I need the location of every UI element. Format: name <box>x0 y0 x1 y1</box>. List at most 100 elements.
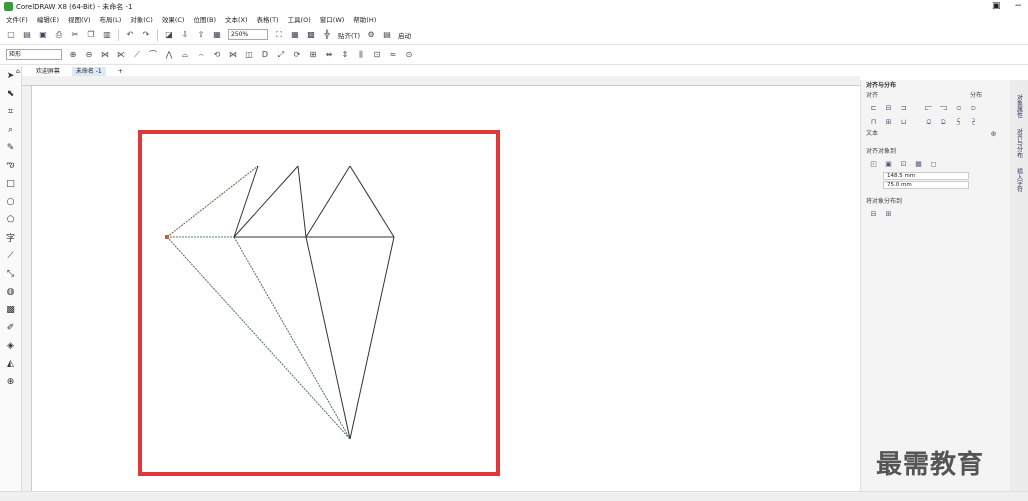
to-line-icon[interactable]: ⟋ <box>132 50 142 60</box>
tab-welcome-screen[interactable]: 欢迎屏幕 <box>32 67 64 76</box>
diamond-drawing[interactable] <box>32 86 860 491</box>
horizontal-ruler[interactable] <box>22 76 860 86</box>
distribute-left-icon[interactable]: ⫍ <box>924 104 933 113</box>
menu-tools[interactable]: 工具(O) <box>288 14 311 24</box>
distribute-top-icon[interactable]: ⫑ <box>924 118 933 127</box>
distribute-bottom-icon[interactable]: ⫔ <box>969 118 978 127</box>
menu-layout[interactable]: 布局(L) <box>100 14 122 24</box>
menu-view[interactable]: 视图(V) <box>68 14 91 24</box>
distribute-center-icon[interactable]: ⫎ <box>939 104 948 113</box>
y-coordinate-field[interactable]: 75.0 mm <box>883 180 969 189</box>
distribute-spacing-icon[interactable]: ⫏ <box>954 104 963 113</box>
mirror-vertical-icon[interactable]: ⇕ <box>340 50 350 60</box>
new-tab-icon[interactable]: + <box>114 67 127 76</box>
vertical-ruler[interactable] <box>22 86 32 491</box>
distribute-selection-icon[interactable]: ⊟ <box>869 210 878 219</box>
print-icon[interactable]: ⎙ <box>54 30 64 40</box>
join-nodes-icon[interactable]: ⋈ <box>100 50 110 60</box>
interactive-fill-icon[interactable]: ◈ <box>5 340 17 351</box>
search-content-icon[interactable]: ◪ <box>164 30 174 40</box>
text-tool-icon[interactable]: 字 <box>5 232 17 244</box>
elastic-mode-icon[interactable]: ⫼ <box>356 50 366 60</box>
delete-node-icon[interactable]: ⊖ <box>84 50 94 60</box>
symmetrical-node-icon[interactable]: ⌢ <box>196 50 206 60</box>
rotate-nodes-icon[interactable]: ⟳ <box>292 50 302 60</box>
freehand-tool-icon[interactable]: ✎ <box>5 142 17 153</box>
export-icon[interactable]: ⇧ <box>196 30 206 40</box>
show-grid-icon[interactable]: ▩ <box>306 30 316 40</box>
distribute-middle-icon[interactable]: ⫒ <box>939 118 948 127</box>
menu-help[interactable]: 帮助(H) <box>353 14 376 24</box>
extract-subpath-icon[interactable]: ◫ <box>244 50 254 60</box>
crop-tool-icon[interactable]: ⌗ <box>5 106 17 117</box>
paste-icon[interactable]: ▥ <box>102 30 112 40</box>
page-center-icon[interactable]: ⊡ <box>899 160 908 169</box>
grid-icon[interactable]: ▦ <box>914 160 923 169</box>
menu-table[interactable]: 表格(T) <box>257 14 279 24</box>
drop-shadow-icon[interactable]: ◍ <box>5 286 17 297</box>
text-align-icon[interactable]: ⊕ <box>989 130 998 139</box>
redo-icon[interactable]: ↷ <box>141 30 151 40</box>
show-guidelines-icon[interactable]: ╬ <box>322 30 332 40</box>
distribute-page-icon[interactable]: ⊞ <box>884 210 893 219</box>
close-curve-icon[interactable]: D <box>260 50 270 60</box>
distribute-right-icon[interactable]: ⫐ <box>969 104 978 113</box>
launch-dropdown[interactable]: 启动 <box>398 30 411 40</box>
node-options-icon[interactable]: ⊙ <box>404 50 414 60</box>
full-screen-icon[interactable]: ⛶ <box>274 30 284 40</box>
connector-tool-icon[interactable]: ⤡ <box>5 268 17 279</box>
align-right-icon[interactable]: ⊐ <box>899 104 908 113</box>
object-type-select[interactable]: 矩形 <box>6 49 62 60</box>
align-center-v-icon[interactable]: ⊞ <box>884 118 893 127</box>
side-tab-align-distribute[interactable]: 对齐与分布 <box>1015 128 1024 158</box>
save-icon[interactable]: ▣ <box>38 30 48 40</box>
menu-object[interactable]: 对象(C) <box>130 14 153 24</box>
zoom-level-select[interactable]: 250% <box>228 29 268 40</box>
mirror-horizontal-icon[interactable]: ⇹ <box>324 50 334 60</box>
align-nodes-icon[interactable]: ⊞ <box>308 50 318 60</box>
break-curve-icon[interactable]: ⋉ <box>116 50 126 60</box>
menu-bitmaps[interactable]: 位图(B) <box>193 14 216 24</box>
align-center-h-icon[interactable]: ⊟ <box>884 104 893 113</box>
reverse-direction-icon[interactable]: ⟲ <box>212 50 222 60</box>
page-edge-icon[interactable]: ▣ <box>884 160 893 169</box>
select-all-nodes-icon[interactable]: ⊡ <box>372 50 382 60</box>
curve-smoothness-icon[interactable]: ≈ <box>388 50 398 60</box>
x-coordinate-field[interactable]: 148.5 mm <box>883 171 969 180</box>
align-bottom-icon[interactable]: ⊔ <box>899 118 908 127</box>
menu-file[interactable]: 文件(F) <box>6 14 28 24</box>
import-icon[interactable]: ⇩ <box>180 30 190 40</box>
publish-pdf-icon[interactable]: ▦ <box>212 30 222 40</box>
extend-curve-icon[interactable]: ⋈ <box>228 50 238 60</box>
drawing-canvas[interactable] <box>32 86 860 491</box>
open-icon[interactable]: ▤ <box>22 30 32 40</box>
menu-text[interactable]: 文本(X) <box>225 14 248 24</box>
transparency-tool-icon[interactable]: ▩ <box>5 304 17 315</box>
restore-icon[interactable]: ▣ <box>992 1 1001 11</box>
rectangle-tool-icon[interactable]: □ <box>5 178 17 189</box>
side-tab-object-properties[interactable]: 对象属性 <box>1015 94 1024 118</box>
snap-to-dropdown[interactable]: 贴齐(T) <box>338 30 360 40</box>
launch-icon[interactable]: ▤ <box>382 30 392 40</box>
polygon-tool-icon[interactable]: ⬠ <box>5 214 17 225</box>
align-left-icon[interactable]: ⊏ <box>869 104 878 113</box>
add-tool-icon[interactable]: ⊕ <box>5 376 17 387</box>
new-document-icon[interactable]: ▢ <box>6 30 16 40</box>
menu-edit[interactable]: 编辑(E) <box>37 14 59 24</box>
show-rulers-icon[interactable]: ▦ <box>290 30 300 40</box>
side-tab-insert-character[interactable]: 插入字符 <box>1015 168 1024 192</box>
color-eyedropper-icon[interactable]: ✐ <box>5 322 17 333</box>
specified-point-icon[interactable]: ◻ <box>929 160 938 169</box>
parallel-dimension-icon[interactable]: ⟋ <box>5 250 17 261</box>
align-top-icon[interactable]: ⊓ <box>869 118 878 127</box>
add-node-icon[interactable]: ⊕ <box>68 50 78 60</box>
ellipse-tool-icon[interactable]: ○ <box>5 196 17 207</box>
cusp-node-icon[interactable]: ⋀ <box>164 50 174 60</box>
menu-window[interactable]: 窗口(W) <box>320 14 345 24</box>
smart-fill-icon[interactable]: ◭ <box>5 358 17 369</box>
stretch-nodes-icon[interactable]: ⤢ <box>276 50 286 60</box>
zoom-tool-icon[interactable]: ⌕ <box>5 124 17 135</box>
shape-tool-icon[interactable]: ⬉ <box>5 88 17 99</box>
to-curve-icon[interactable]: ⌒ <box>148 50 158 60</box>
copy-icon[interactable]: ❐ <box>86 30 96 40</box>
